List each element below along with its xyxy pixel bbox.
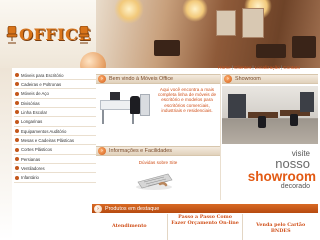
sidebar-item-moveis-aco[interactable]: Móveis de Aço [14,90,96,99]
site-logo[interactable]: OFFICE [6,22,91,50]
nav-clientes[interactable]: Clientes [234,66,251,71]
sidebar-item-label: Cadeiras e Poltronas [21,81,62,87]
sidebar-item-label: Móveis para Escritório [21,72,64,78]
showroom-title: Showroom [235,76,261,82]
sidebar-item-cadeiras[interactable]: Cadeiras e Poltronas [14,80,96,90]
sidebar-item-equipamentos[interactable]: Equipamentos Auditório [14,127,96,137]
sidebar-item-longarinas[interactable]: Longarinas [14,118,96,127]
bullet-icon [15,91,19,96]
bullet-icon [15,129,19,134]
nav-localizacao[interactable]: Localização [255,66,280,71]
bullet-icon [15,157,19,162]
sidebar-item-label: Ventiladores [21,165,45,171]
product-atendimento[interactable]: Atendimento [92,214,168,240]
sidebar-item-label: Cortes Plásticos [21,147,53,153]
chair-logo-icon [78,26,90,44]
products-row: Atendimento Passo a Passo Como Fazer Orç… [92,214,318,240]
product-cartao-bndes[interactable]: Venda pelo Cartão BNDES [243,214,318,240]
sidebar-item-linha-escolar[interactable]: Linha Escolar [14,108,96,118]
sidebar-item-mesas-plasticas[interactable]: Mesas e Cadeiras Plásticas [14,136,96,146]
info-link[interactable]: Dúvidas sobre Site [96,160,220,165]
sidebar-item-divisorias[interactable]: Divisórias [14,99,96,109]
header: OFFICE [0,0,320,68]
sidebar-strip [0,68,12,240]
sidebar-item-moveis-escritorio[interactable]: Móveis para Escritório [14,71,96,80]
sidebar-item-label: Longarinas [21,119,43,125]
showroom-photo[interactable] [222,86,318,144]
column-divider [220,74,221,200]
promo-showroom: showroom [247,169,316,184]
arrow-bullet-icon: › [98,147,106,155]
bullet-icon [15,175,19,180]
arrow-bullet-icon: › [98,75,106,83]
welcome-title: Bem vindo à Móveis Office [109,76,174,82]
sidebar-item-ventiladores[interactable]: Ventiladores [14,164,96,174]
welcome-header: › Bem vindo à Móveis Office [96,74,220,84]
promo-decorado: decorado [280,183,310,190]
sidebar-item-label: Linha Escolar [21,109,48,115]
bullet-icon [15,73,19,77]
keyboard-icon[interactable] [134,170,174,190]
bullet-icon [15,166,19,171]
nav-separator: | [231,66,234,71]
nav-separator: | [252,66,254,71]
top-nav: Home|Clientes|Localização|Contato [218,66,318,74]
header-banner-photo [96,0,320,68]
nav-home[interactable]: Home [218,66,231,71]
arrow-bullet-icon: › [224,75,232,83]
bullet-icon [15,101,19,106]
nav-contato[interactable]: Contato [283,66,300,71]
products-title: Produtos em destaque [105,205,160,212]
sidebar-item-label: Persianas [21,156,41,162]
welcome-text: Aqui você encontra a mais completa linha… [157,87,217,113]
showroom-header: › Showroom [222,74,318,84]
showroom-promo-banner[interactable]: visite nosso showroom decorado [226,150,318,194]
sidebar-item-cortes-plasticos[interactable]: Cortes Plásticos [14,146,96,155]
sidebar-item-persianas[interactable]: Persianas [14,155,96,165]
sidebar-item-label: Divisórias [21,100,40,106]
info-title: Informações e Facilidades [109,148,172,154]
arrow-bullet-icon: › [94,204,102,213]
sidebar-item-infantario[interactable]: Infantário [14,174,96,183]
sidebar: Móveis para Escritório Cadeiras e Poltro… [0,68,96,240]
category-menu: Móveis para Escritório Cadeiras e Poltro… [14,71,96,183]
sidebar-item-label: Mesas e Cadeiras Plásticas [21,137,75,143]
bullet-icon [15,119,19,124]
bullet-icon [15,138,19,143]
info-header: › Informações e Facilidades [96,146,220,156]
chair-logo-icon [6,26,18,44]
product-orcamento-online[interactable]: Passo a Passo Como Fazer Orçamento On-li… [168,214,244,240]
sidebar-item-label: Equipamentos Auditório [21,128,67,134]
sidebar-item-label: Móveis de Aço [21,91,49,97]
bullet-icon [15,147,19,152]
bullet-icon [15,82,19,87]
office-furniture-image [96,86,152,130]
bullet-icon [15,110,19,115]
products-header: › Produtos em destaque [92,204,318,213]
sidebar-item-label: Infantário [21,175,39,181]
